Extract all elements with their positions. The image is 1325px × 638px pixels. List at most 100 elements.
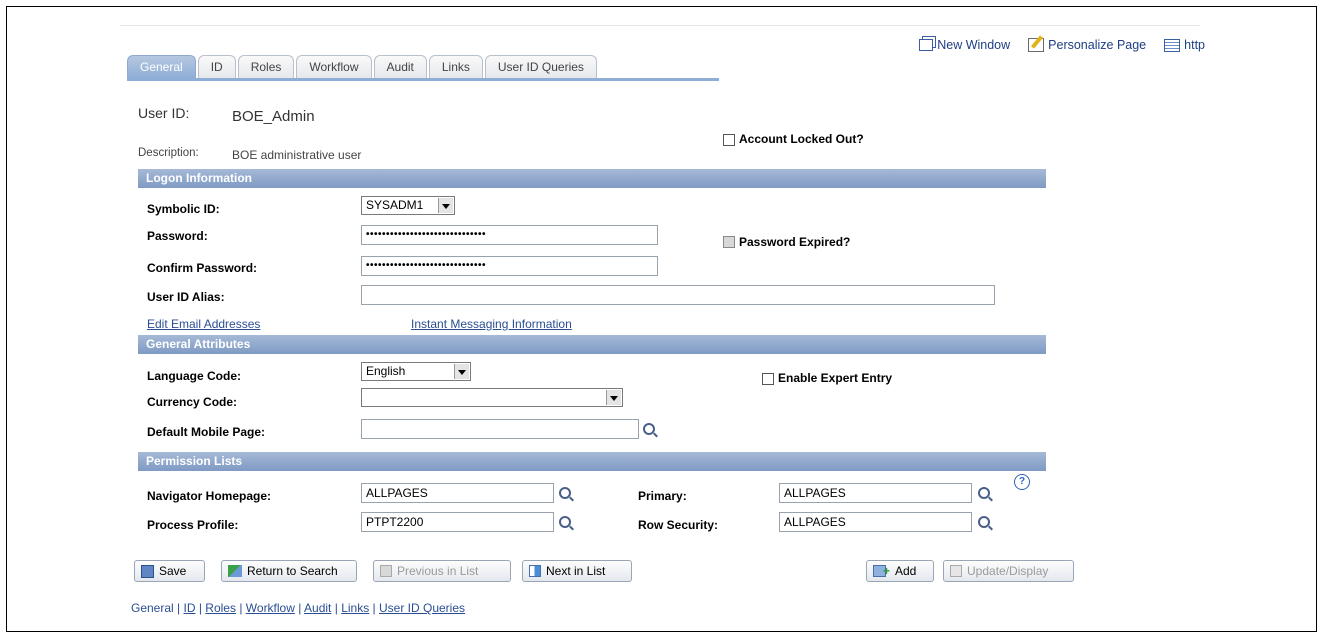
default-mobile-page-field[interactable] xyxy=(361,419,639,439)
default-mobile-page-label: Default Mobile Page: xyxy=(147,425,266,439)
edit-email-addresses-link[interactable]: Edit Email Addresses xyxy=(147,317,260,331)
footer-link-workflow[interactable]: Workflow xyxy=(246,601,295,615)
row-security-field[interactable]: ALLPAGES xyxy=(779,512,972,532)
http-link[interactable]: http xyxy=(1164,38,1205,52)
return-to-search-button[interactable]: Return to Search xyxy=(221,560,357,582)
language-code-select[interactable]: English xyxy=(361,362,471,381)
new-window-link[interactable]: New Window xyxy=(919,38,1010,52)
password-label: Password: xyxy=(147,229,208,243)
footer-separator: | xyxy=(235,601,246,615)
navigator-homepage-field[interactable]: ALLPAGES xyxy=(361,483,554,503)
footer-separator: | xyxy=(195,601,206,615)
primary-field[interactable]: ALLPAGES xyxy=(779,483,972,503)
next-icon xyxy=(529,565,541,577)
chevron-down-icon xyxy=(606,390,621,405)
return-to-search-label: Return to Search xyxy=(247,564,338,578)
confirm-password-field[interactable]: •••••••••••••••••••••••••••••• xyxy=(361,256,658,276)
page-tabs: General ID Roles Workflow Audit Links Us… xyxy=(127,55,597,78)
lookup-icon[interactable] xyxy=(978,516,990,528)
previous-icon xyxy=(380,565,392,577)
tab-links[interactable]: Links xyxy=(428,55,483,78)
tab-workflow[interactable]: Workflow xyxy=(296,55,372,78)
symbolic-id-label: Symbolic ID: xyxy=(147,202,220,216)
update-display-label: Update/Display xyxy=(967,564,1049,578)
personalize-page-label: Personalize Page xyxy=(1048,38,1147,52)
description-value: BOE administrative user xyxy=(232,148,362,162)
lookup-icon[interactable] xyxy=(978,487,990,499)
pencil-page-icon xyxy=(1028,38,1045,52)
confirm-password-label: Confirm Password: xyxy=(147,261,258,275)
tab-audit[interactable]: Audit xyxy=(373,55,427,78)
update-display-button: Update/Display xyxy=(943,560,1074,582)
previous-in-list-button: Previous in List xyxy=(373,560,511,582)
personalize-page-link[interactable]: Personalize Page xyxy=(1028,38,1146,52)
new-window-label: New Window xyxy=(937,38,1011,52)
tab-user-id-queries[interactable]: User ID Queries xyxy=(484,55,597,78)
enable-expert-entry-label: Enable Expert Entry xyxy=(778,371,893,385)
top-divider xyxy=(120,25,1200,26)
footer-separator: | xyxy=(369,601,379,615)
footer-separator: | xyxy=(331,601,342,615)
footer-link-general[interactable]: General xyxy=(131,601,174,615)
user-id-label: User ID: xyxy=(138,105,190,121)
footer-link-roles[interactable]: Roles xyxy=(205,601,236,615)
logon-information-header: Logon Information xyxy=(138,169,1046,188)
password-expired-label: Password Expired? xyxy=(739,235,851,249)
update-display-icon xyxy=(950,565,962,577)
footer-link-id[interactable]: ID xyxy=(184,601,196,615)
description-label: Description: xyxy=(138,147,199,159)
add-icon xyxy=(873,564,890,578)
language-code-label: Language Code: xyxy=(147,369,242,383)
new-window-icon xyxy=(919,39,934,51)
language-code-value: English xyxy=(366,364,406,378)
currency-code-select[interactable] xyxy=(361,388,623,407)
footer-link-user-id-queries[interactable]: User ID Queries xyxy=(379,601,465,615)
account-locked-checkbox[interactable] xyxy=(723,134,735,146)
footer-link-audit[interactable]: Audit xyxy=(304,601,331,615)
footer-separator: | xyxy=(294,601,305,615)
permission-lists-header: Permission Lists xyxy=(138,452,1046,471)
next-in-list-button[interactable]: Next in List xyxy=(522,560,632,582)
http-icon xyxy=(1164,38,1181,52)
lookup-icon[interactable] xyxy=(559,487,571,499)
process-profile-label: Process Profile: xyxy=(147,518,239,532)
currency-code-label: Currency Code: xyxy=(147,395,238,409)
footer-separator: | xyxy=(173,601,184,615)
lookup-icon[interactable] xyxy=(643,423,655,435)
chevron-down-icon xyxy=(454,364,469,379)
http-label: http xyxy=(1184,38,1205,52)
tab-underline xyxy=(127,78,719,81)
symbolic-id-value: SYSADM1 xyxy=(366,198,424,212)
user-id-alias-field[interactable] xyxy=(361,285,995,305)
symbolic-id-select[interactable]: SYSADM1 xyxy=(361,196,455,215)
password-expired-checkbox xyxy=(723,236,735,248)
return-icon xyxy=(228,565,242,577)
previous-in-list-label: Previous in List xyxy=(397,564,479,578)
lookup-icon[interactable] xyxy=(559,516,571,528)
enable-expert-entry-checkbox[interactable] xyxy=(762,373,774,385)
save-label: Save xyxy=(159,564,187,578)
footer-tab-links: General | ID | Roles | Workflow | Audit … xyxy=(131,601,465,615)
row-security-label: Row Security: xyxy=(638,518,719,532)
help-icon[interactable]: ? xyxy=(1014,474,1030,490)
footer-link-links[interactable]: Links xyxy=(341,601,369,615)
process-profile-field[interactable]: PTPT2200 xyxy=(361,512,554,532)
tab-id[interactable]: ID xyxy=(197,55,236,78)
general-attributes-header: General Attributes xyxy=(138,335,1046,354)
next-in-list-label: Next in List xyxy=(546,564,606,578)
user-id-alias-label: User ID Alias: xyxy=(147,290,225,304)
save-icon xyxy=(141,564,154,578)
tab-roles[interactable]: Roles xyxy=(237,55,295,78)
page-toolbar-links: New Window Personalize Page http xyxy=(919,38,1205,52)
save-button[interactable]: Save xyxy=(134,560,205,582)
add-button[interactable]: Add xyxy=(866,560,934,582)
instant-messaging-link[interactable]: Instant Messaging Information xyxy=(411,317,572,331)
tab-general[interactable]: General xyxy=(127,55,196,78)
user-id-value: BOE_Admin xyxy=(232,108,315,125)
password-field[interactable]: •••••••••••••••••••••••••••••• xyxy=(361,225,658,245)
chevron-down-icon xyxy=(438,198,453,213)
add-label: Add xyxy=(895,564,917,578)
primary-label: Primary: xyxy=(638,489,687,503)
account-locked-label: Account Locked Out? xyxy=(739,132,864,146)
navigator-homepage-label: Navigator Homepage: xyxy=(147,489,272,503)
